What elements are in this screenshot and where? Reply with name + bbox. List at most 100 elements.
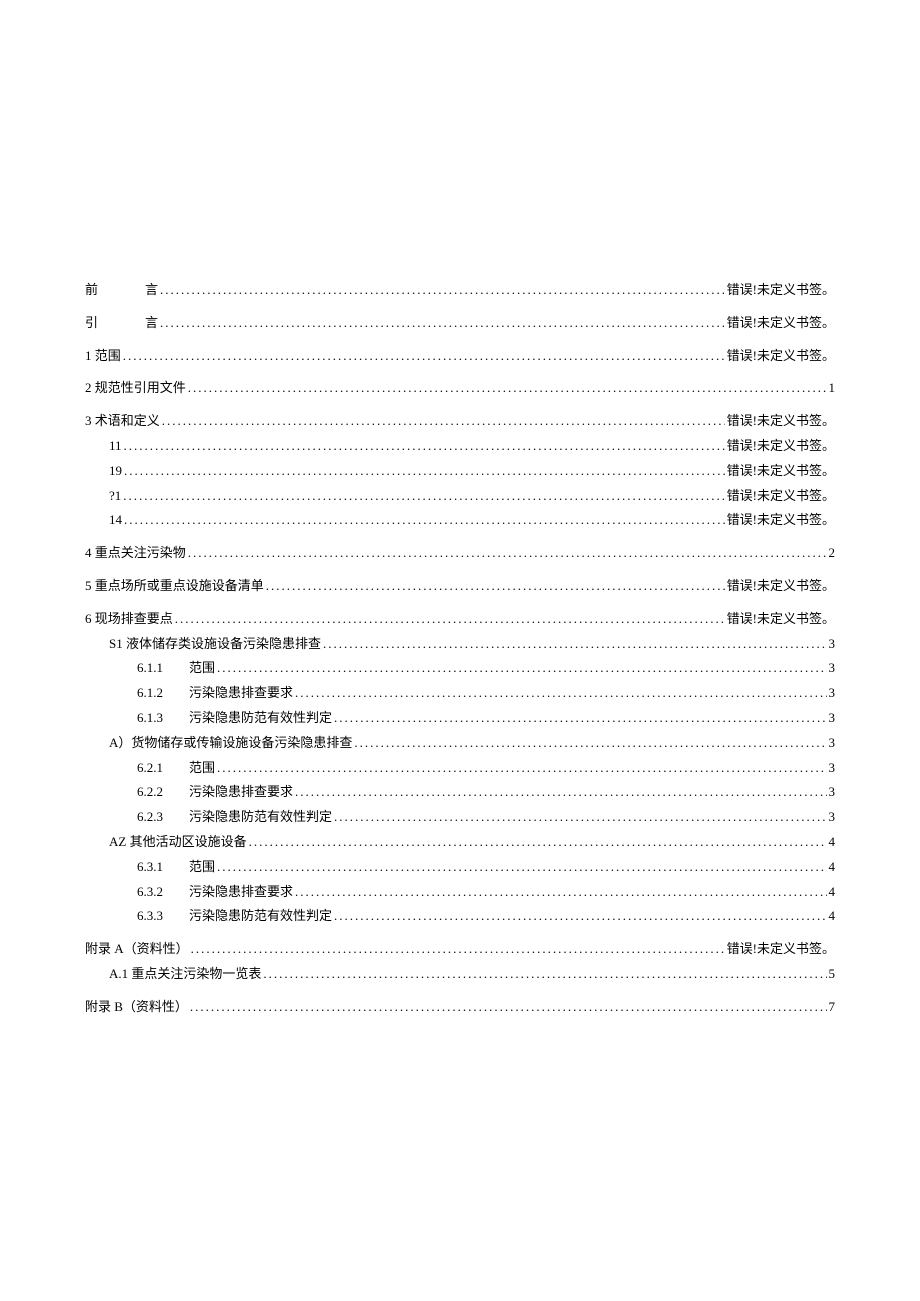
toc-label: 3 术语和定义 <box>85 411 160 432</box>
toc-label: 范围 <box>189 758 215 779</box>
toc-entry: 附录 A（资料性）错误!未定义书签。 <box>85 939 835 960</box>
toc-leader-dots <box>295 782 826 803</box>
toc-page: 错误!未定义书签。 <box>727 436 835 457</box>
toc-leader-dots <box>295 882 826 903</box>
toc-label: 污染隐患防范有效性判定 <box>189 906 332 927</box>
toc-entry: 6.1.1 范围 3 <box>85 658 835 679</box>
toc-page: 1 <box>829 378 836 399</box>
toc-page: 4 <box>829 882 836 903</box>
toc-page: 3 <box>829 683 836 704</box>
toc-leader-dots <box>175 609 725 630</box>
toc-label: 前言 <box>85 280 158 301</box>
toc-leader-dots <box>354 733 826 754</box>
toc-leader-dots <box>123 346 725 367</box>
toc-page: 3 <box>829 658 836 679</box>
toc-page: 3 <box>829 758 836 779</box>
toc-entry: S1 液体储存类设施设备污染隐患排查 3 <box>85 634 835 655</box>
toc-label: 附录 B（资料性） <box>85 997 188 1018</box>
toc-leader-dots <box>263 964 826 985</box>
toc-leader-dots <box>334 708 826 729</box>
toc-page: 7 <box>829 997 836 1018</box>
toc-label: A.1 重点关注污染物一览表 <box>109 964 261 985</box>
toc-page: 错误!未定义书签。 <box>727 461 835 482</box>
toc-label: 11 <box>109 436 122 457</box>
toc-leader-dots <box>249 832 827 853</box>
toc-entry: 6.2.2污染隐患排查要求3 <box>85 782 835 803</box>
toc-leader-dots <box>162 411 725 432</box>
toc-number: 6.2.2 <box>137 782 181 803</box>
toc-entry: 前言 错误!未定义书签。 <box>85 280 835 301</box>
toc-leader-dots <box>160 313 725 334</box>
toc-label: 污染隐患防范有效性判定 <box>189 708 332 729</box>
toc-label: 污染隐患防范有效性判定 <box>189 807 332 828</box>
toc-page: 3 <box>829 708 836 729</box>
toc-label: A）货物储存或传输设施设备污染隐患排查 <box>109 733 352 754</box>
toc-page: 2 <box>829 543 836 564</box>
toc-label: 1 范围 <box>85 346 121 367</box>
toc-label: 14 <box>109 510 122 531</box>
toc-leader-dots <box>190 997 827 1018</box>
toc-number: 6.1.2 <box>137 683 181 704</box>
toc-page: 错误!未定义书签。 <box>727 609 835 630</box>
toc-leader-dots <box>334 906 826 927</box>
toc-page: 4 <box>829 832 836 853</box>
toc-leader-dots <box>188 543 827 564</box>
toc-label: 5 重点场所或重点设施设备清单 <box>85 576 264 597</box>
toc-page: 错误!未定义书签。 <box>727 411 835 432</box>
toc-entry: 6.1.3 污染隐患防范有效性判定 3 <box>85 708 835 729</box>
toc-entry: 3 术语和定义 错误!未定义书签。 <box>85 411 835 432</box>
toc-page: 错误!未定义书签。 <box>727 939 835 960</box>
toc-label: S1 液体储存类设施设备污染隐患排查 <box>109 634 321 655</box>
toc-leader-dots <box>266 576 725 597</box>
toc-label: AZ 其他活动区设施设备 <box>109 832 247 853</box>
toc-entry: 引言 错误!未定义书签。 <box>85 313 835 334</box>
toc-number: 6.2.1 <box>137 758 181 779</box>
toc-page: 3 <box>829 634 836 655</box>
toc-entry: 14 错误!未定义书签。 <box>85 510 835 531</box>
toc-leader-dots <box>295 683 826 704</box>
toc-entry: 4 重点关注污染物2 <box>85 543 835 564</box>
toc-page: 错误!未定义书签。 <box>727 346 835 367</box>
toc-number: 6.1.1 <box>137 658 181 679</box>
table-of-contents: 前言错误!未定义书签。引言错误!未定义书签。1 范围错误!未定义书签。2 规范性… <box>85 280 835 1018</box>
toc-number: 6.3.1 <box>137 857 181 878</box>
toc-leader-dots <box>124 461 725 482</box>
toc-page: 3 <box>829 782 836 803</box>
toc-label: 6 现场排查要点 <box>85 609 173 630</box>
toc-label: 范围 <box>189 857 215 878</box>
toc-label: 引言 <box>85 313 158 334</box>
toc-page: 错误!未定义书签。 <box>727 486 835 507</box>
toc-number: 6.3.2 <box>137 882 181 903</box>
toc-entry: 1 范围 错误!未定义书签。 <box>85 346 835 367</box>
toc-leader-dots <box>188 378 827 399</box>
toc-page: 5 <box>829 964 836 985</box>
toc-label: 2 规范性引用文件 <box>85 378 186 399</box>
toc-leader-dots <box>323 634 827 655</box>
toc-entry: 6.3.2 污染隐患排查要求 4 <box>85 882 835 903</box>
toc-entry: 6.3.3污染隐患防范有效性判定4 <box>85 906 835 927</box>
toc-entry: ?1错误!未定义书签。 <box>85 486 835 507</box>
toc-page: 错误!未定义书签。 <box>727 313 835 334</box>
toc-entry: A）货物储存或传输设施设备污染隐患排查 3 <box>85 733 835 754</box>
toc-leader-dots <box>217 758 826 779</box>
toc-label: 污染隐患排查要求 <box>189 882 293 903</box>
toc-number: 6.1.3 <box>137 708 181 729</box>
toc-label: 污染隐患排查要求 <box>189 683 293 704</box>
toc-page: 4 <box>829 857 836 878</box>
toc-entry: 6.2.3污染隐患防范有效性判定3 <box>85 807 835 828</box>
toc-page: 错误!未定义书签。 <box>727 510 835 531</box>
toc-entry: 6.1.2 污染隐患排查要求 3 <box>85 683 835 704</box>
toc-leader-dots <box>123 486 724 507</box>
toc-leader-dots <box>160 280 725 301</box>
toc-entry: 附录 B（资料性） 7 <box>85 997 835 1018</box>
toc-leader-dots <box>191 939 725 960</box>
toc-entry: A.1 重点关注污染物一览表 5 <box>85 964 835 985</box>
toc-page: 3 <box>829 807 836 828</box>
toc-leader-dots <box>217 658 826 679</box>
toc-entry: 6.2.1 范围 3 <box>85 758 835 779</box>
toc-label: 范围 <box>189 658 215 679</box>
toc-leader-dots <box>124 436 725 457</box>
toc-entry: 6 现场排查要点 错误!未定义书签。 <box>85 609 835 630</box>
toc-page: 3 <box>829 733 836 754</box>
toc-page: 错误!未定义书签。 <box>727 280 835 301</box>
